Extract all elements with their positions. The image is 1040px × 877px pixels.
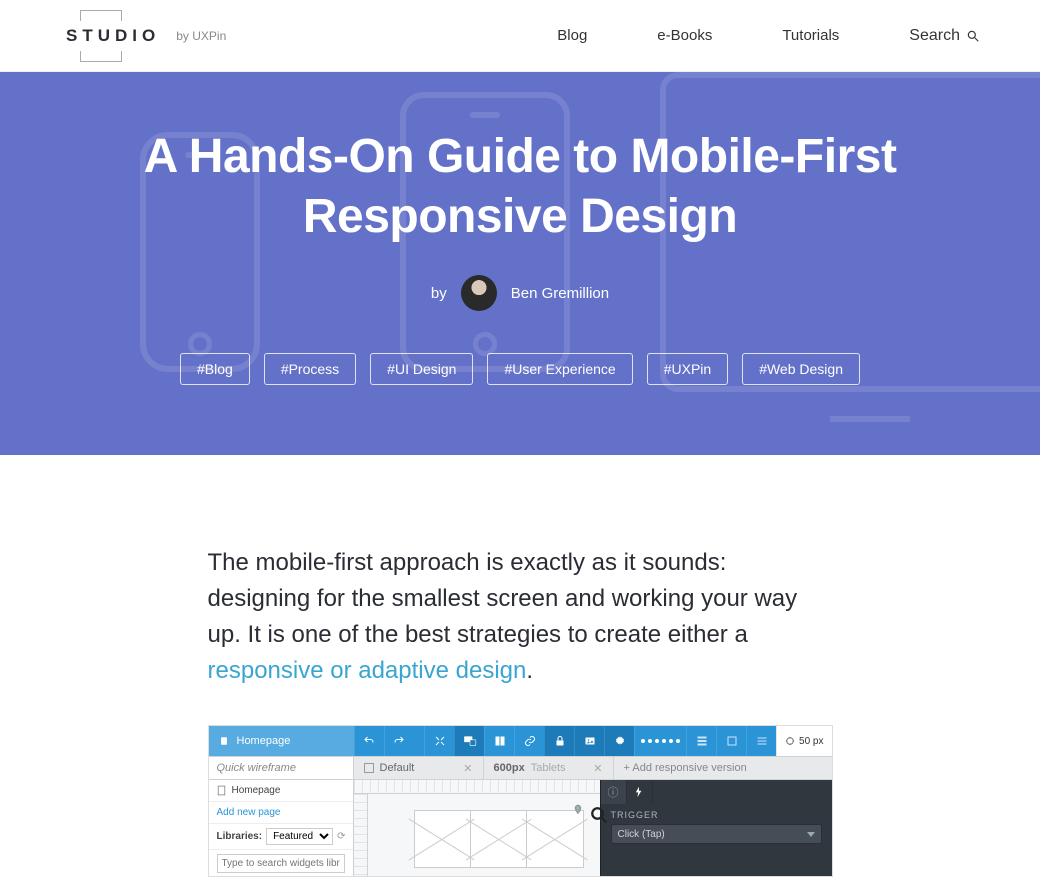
page-title: A Hands-On Guide to Mobile-First Respons… xyxy=(40,127,1000,247)
tag-list: #Blog #Process #UI Design #User Experien… xyxy=(40,353,1000,385)
widgets-search-input[interactable] xyxy=(217,854,345,873)
zoom-field[interactable]: 50 px xyxy=(776,726,831,756)
tool-sidebar: Homepage Add new page Libraries: Feature… xyxy=(209,780,354,876)
grid-dots-icon[interactable] xyxy=(634,726,686,756)
expand-icon[interactable] xyxy=(424,726,454,756)
trigger-select[interactable]: Click (Tap) xyxy=(611,824,822,844)
tag-user-experience[interactable]: #User Experience xyxy=(487,353,632,385)
close-icon[interactable]: ✕ xyxy=(593,762,602,775)
nav-tutorials[interactable]: Tutorials xyxy=(782,27,839,44)
align-icon[interactable] xyxy=(686,726,716,756)
canvas[interactable] xyxy=(354,780,600,876)
inspector-panel: ⓘ TRIGGER Click (Tap) xyxy=(600,780,832,876)
search-icon xyxy=(966,29,980,43)
interactions-tab-icon[interactable] xyxy=(627,780,653,804)
image-placeholder[interactable] xyxy=(471,811,527,867)
image-icon[interactable] xyxy=(574,726,604,756)
trigger-label: TRIGGER xyxy=(601,804,832,824)
snap-icon[interactable] xyxy=(716,726,746,756)
redo-icon[interactable] xyxy=(384,726,414,756)
ruler-vertical xyxy=(354,794,368,876)
nav-search[interactable]: Search xyxy=(909,27,980,45)
article-body: The mobile-first approach is exactly as … xyxy=(188,545,853,877)
image-placeholder[interactable] xyxy=(527,811,582,867)
add-page-link[interactable]: Add new page xyxy=(209,802,353,824)
add-breakpoint[interactable]: + Add responsive version xyxy=(614,757,757,779)
libraries-select[interactable]: Featured xyxy=(266,828,333,845)
breakpoint-600[interactable]: 600px Tablets ✕ xyxy=(484,757,614,779)
desktop-icon xyxy=(364,763,374,773)
site-header: STUDIO by UXPin Blog e-Books Tutorials S… xyxy=(0,0,1040,72)
toolbar-icons xyxy=(354,726,777,756)
hero: A Hands-On Guide to Mobile-First Respons… xyxy=(0,72,1040,455)
logo[interactable]: STUDIO by UXPin xyxy=(60,16,226,56)
lock-icon[interactable] xyxy=(544,726,574,756)
info-tab-icon[interactable]: ⓘ xyxy=(601,780,627,804)
link-icon[interactable] xyxy=(514,726,544,756)
logo-text: STUDIO xyxy=(60,16,166,56)
close-icon[interactable]: ✕ xyxy=(463,762,472,775)
by-label: by xyxy=(431,285,447,302)
inspector-tabs: ⓘ xyxy=(601,780,832,804)
gear-icon[interactable] xyxy=(604,726,634,756)
tool-breadcrumb[interactable]: Homepage xyxy=(209,726,354,756)
tool-toolbar: Homepage xyxy=(209,726,832,756)
uxpin-screenshot: Homepage xyxy=(208,725,833,877)
tag-blog[interactable]: #Blog xyxy=(180,353,250,385)
logo-byline: by UXPin xyxy=(176,29,226,43)
tag-uxpin[interactable]: #UXPin xyxy=(647,353,728,385)
intro-link[interactable]: responsive or adaptive design xyxy=(208,657,527,684)
pin-icon xyxy=(572,804,584,816)
main-nav: Blog e-Books Tutorials Search xyxy=(557,27,980,45)
tag-process[interactable]: #Process xyxy=(264,353,356,385)
layout-icon[interactable] xyxy=(484,726,514,756)
baseline-icon[interactable] xyxy=(746,726,776,756)
libraries-row: Libraries: Featured ⟳ xyxy=(209,824,353,850)
search-label: Search xyxy=(909,27,960,45)
nav-ebooks[interactable]: e-Books xyxy=(657,27,712,44)
breakpoint-default[interactable]: Default ✕ xyxy=(354,757,484,779)
tool-main: Homepage Add new page Libraries: Feature… xyxy=(209,780,832,876)
widgets-search xyxy=(209,850,353,877)
breakpoints-bar: Quick wireframe Default ✕ 600px Tablets … xyxy=(209,756,832,780)
chevron-down-icon xyxy=(807,832,815,837)
zoom-icon[interactable] xyxy=(590,806,608,824)
refresh-icon[interactable]: ⟳ xyxy=(337,831,345,842)
nav-blog[interactable]: Blog xyxy=(557,27,587,44)
screens-icon[interactable] xyxy=(454,726,484,756)
page-icon xyxy=(219,736,229,746)
image-placeholder[interactable] xyxy=(415,811,471,867)
page-icon xyxy=(217,785,226,796)
author-name[interactable]: Ben Gremillion xyxy=(511,285,609,302)
crosshair-icon xyxy=(785,736,795,746)
intro-paragraph: The mobile-first approach is exactly as … xyxy=(208,545,833,689)
sidebar-page-homepage[interactable]: Homepage xyxy=(209,780,353,802)
undo-icon[interactable] xyxy=(354,726,384,756)
tag-ui-design[interactable]: #UI Design xyxy=(370,353,473,385)
tag-web-design[interactable]: #Web Design xyxy=(742,353,860,385)
author-avatar xyxy=(461,275,497,311)
quick-wireframe-label: Quick wireframe xyxy=(209,757,354,779)
artboard[interactable] xyxy=(414,810,584,868)
ruler-horizontal xyxy=(354,780,600,794)
byline: by Ben Gremillion xyxy=(40,275,1000,311)
